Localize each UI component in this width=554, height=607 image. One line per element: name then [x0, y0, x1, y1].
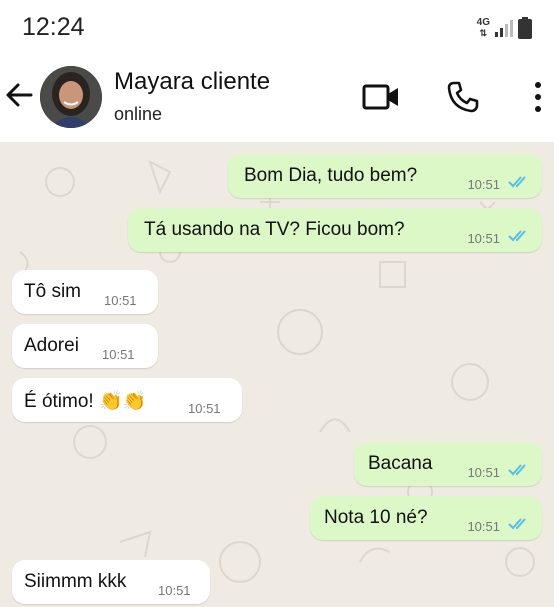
status-bar: 12:24 4G ⇅ [0, 0, 554, 58]
message-bubble-outgoing[interactable]: Tá usando na TV? Ficou bom? 10:51 [128, 208, 542, 252]
contact-photo-icon [40, 66, 102, 128]
message-text: É ótimo! 👏👏 [24, 391, 147, 412]
message-text: Tô sim [24, 281, 81, 302]
network-type-indicator: 4G ⇅ [476, 17, 490, 39]
contact-status: online [114, 104, 163, 124]
message-bubble-incoming[interactable]: Siimmm kkk 10:51 [12, 560, 210, 604]
message-bubble-incoming[interactable]: Adorei 10:51 [12, 324, 158, 368]
contact-name[interactable]: Mayara cliente [114, 68, 270, 96]
battery-icon [518, 17, 532, 39]
video-call-button[interactable] [362, 82, 400, 117]
message-time: 10:51 [467, 465, 500, 480]
message-bubble-outgoing[interactable]: Bacana 10:51 [354, 442, 542, 486]
double-check-read-icon [508, 464, 526, 476]
message-time: 10:51 [102, 347, 135, 362]
message-text: Siimmm kkk [24, 571, 127, 592]
chat-area[interactable]: Bom Dia, tudo bem? 10:51 Tá usando na TV… [0, 142, 554, 607]
status-icons: 4G ⇅ [477, 17, 532, 39]
status-time: 12:24 [22, 13, 85, 41]
back-button[interactable] [4, 80, 34, 115]
more-vertical-icon [535, 82, 541, 112]
message-time: 10:51 [104, 293, 137, 308]
double-check-read-icon [508, 518, 526, 530]
voice-call-button[interactable] [446, 80, 480, 119]
message-bubble-incoming[interactable]: Tô sim 10:51 [12, 270, 158, 314]
phone-icon [447, 81, 479, 113]
signal-icon [495, 20, 513, 37]
avatar[interactable] [40, 66, 102, 128]
double-check-read-icon [508, 230, 526, 242]
video-call-icon [362, 84, 398, 110]
double-check-read-icon [508, 176, 526, 188]
message-time: 10:51 [467, 519, 500, 534]
message-text: Tá usando na TV? Ficou bom? [144, 219, 405, 240]
message-time: 10:51 [467, 177, 500, 192]
message-bubble-outgoing[interactable]: Nota 10 né? 10:51 [310, 496, 542, 540]
message-bubble-outgoing[interactable]: Bom Dia, tudo bem? 10:51 [228, 154, 542, 198]
message-bubble-incoming[interactable]: É ótimo! 👏👏 10:51 [12, 378, 242, 422]
message-time: 10:51 [467, 231, 500, 246]
chat-header: Mayara cliente online [0, 58, 554, 142]
more-options-button[interactable] [532, 80, 544, 119]
message-text: Bom Dia, tudo bem? [244, 165, 418, 186]
arrow-left-icon [6, 83, 33, 107]
message-time: 10:51 [188, 401, 221, 416]
message-text: Nota 10 né? [324, 507, 428, 528]
message-text: Bacana [368, 453, 433, 474]
message-text: Adorei [24, 335, 79, 356]
message-time: 10:51 [158, 583, 191, 598]
